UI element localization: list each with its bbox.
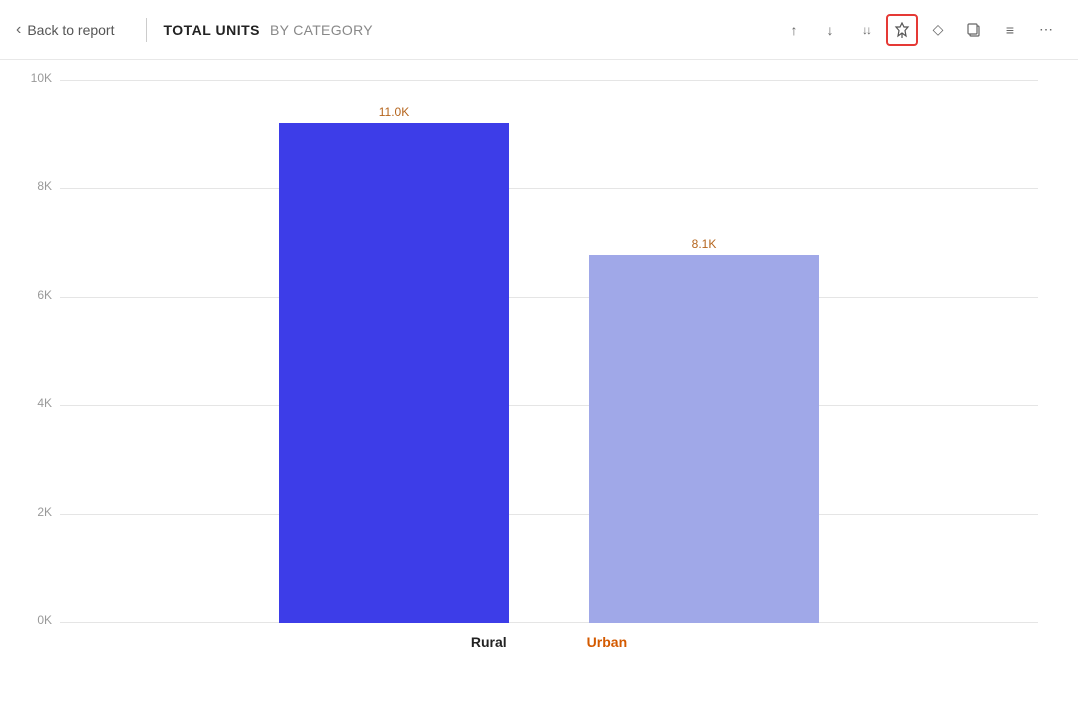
copy-button[interactable] — [958, 14, 990, 46]
chart-container: 10K 8K 6K 4K 2K 0K 11.0K — [0, 60, 1078, 713]
y-label-6k: 6K — [12, 288, 52, 302]
rural-bar — [279, 123, 509, 623]
bookmark-button[interactable]: ◇ — [922, 14, 954, 46]
urban-bar — [589, 255, 819, 623]
bar-group-urban: 8.1K — [589, 237, 819, 623]
rural-value-label: 11.0K — [379, 105, 409, 119]
bars-wrapper: 11.0K 8.1K — [60, 80, 1038, 623]
y-label-10k: 10K — [12, 71, 52, 85]
page-title: TOTAL UNITS — [163, 22, 260, 38]
more-button[interactable]: ⋯ — [1030, 14, 1062, 46]
back-label: Back to report — [27, 22, 114, 38]
page-subtitle: BY CATEGORY — [270, 22, 373, 38]
x-label-urban: Urban — [587, 634, 627, 650]
x-label-rural: Rural — [471, 634, 507, 650]
filter-button[interactable]: ≡ — [994, 14, 1026, 46]
y-label-0k: 0K — [12, 613, 52, 627]
pin-button[interactable] — [886, 14, 918, 46]
sort-desc-button[interactable]: ↓ — [814, 14, 846, 46]
sort-asc-button[interactable]: ↑ — [778, 14, 810, 46]
back-button[interactable]: ‹ Back to report — [16, 21, 130, 39]
bar-group-rural: 11.0K — [279, 105, 509, 623]
header-divider — [146, 18, 147, 42]
header-left: ‹ Back to report TOTAL UNITS BY CATEGORY — [16, 18, 373, 42]
header: ‹ Back to report TOTAL UNITS BY CATEGORY… — [0, 0, 1078, 60]
y-label-4k: 4K — [12, 396, 52, 410]
toolbar: ↑ ↓ ↓↓ ◇ ≡ ⋯ — [778, 14, 1062, 46]
y-label-2k: 2K — [12, 505, 52, 519]
urban-value-label: 8.1K — [692, 237, 717, 251]
y-label-8k: 8K — [12, 179, 52, 193]
chart-area: 10K 8K 6K 4K 2K 0K 11.0K — [60, 80, 1038, 623]
x-axis: Rural Urban — [60, 623, 1038, 653]
sort-desc-double-button[interactable]: ↓↓ — [850, 14, 882, 46]
chevron-left-icon: ‹ — [16, 21, 21, 39]
